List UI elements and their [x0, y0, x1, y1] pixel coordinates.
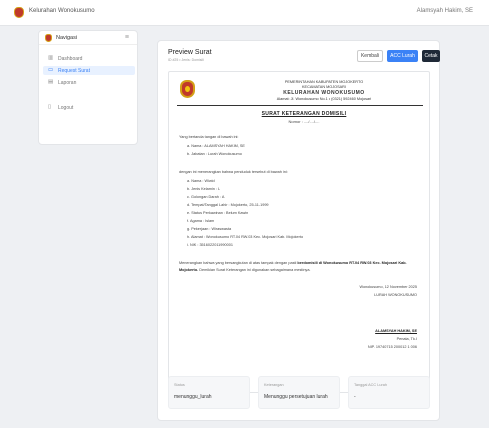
- list-item: h. Alamat : Wonokusumo RT.04 RW.03 Kec. …: [187, 235, 304, 239]
- list-item: g. Pekerjaan : Wiraswasta: [187, 227, 232, 231]
- signer-position: LURAH WONOKUSUMO: [374, 293, 417, 297]
- acc-date-label: Tanggal ACC Lurah: [354, 383, 387, 387]
- acc-date-box: Tanggal ACC Lurah -: [348, 376, 430, 409]
- logout-icon: ▯: [48, 104, 52, 110]
- status-row: Status menunggu_lurah Keterangan Menungg…: [168, 376, 430, 409]
- sidebar: Navigasi ≡ ▥ Dashboard ▭ Request Surat ▤…: [38, 30, 138, 145]
- list-item: c. Golongan Darah : A: [187, 195, 225, 199]
- letter-statement: dengan ini menerangkan bahwa penduduk te…: [179, 170, 288, 174]
- list-item: b. Jenis Kelamin : L: [187, 187, 221, 191]
- signer-nip: NIP. 19740715 200012 1 006: [367, 345, 417, 349]
- list-item: d. Tempat/Tanggal Lahir : Mojokerto, 25-…: [187, 203, 269, 207]
- note-value: Menunggu persetujuan lurah: [264, 394, 328, 400]
- preview-card: Preview Surat ID #25 • Jenis: Domisili K…: [157, 40, 440, 421]
- user-menu[interactable]: Alamsyah Hakim, SE: [417, 8, 473, 14]
- status-box: Status menunggu_lurah: [168, 376, 250, 409]
- list-item: a. Nama : ALAMSYAH HAKIM, SE: [187, 144, 245, 148]
- page-subtitle: ID #25 • Jenis: Domisili: [168, 58, 204, 62]
- app-title: Kelurahan Wonokusumo: [29, 8, 95, 14]
- menu-toggle-icon[interactable]: ≡: [125, 34, 129, 41]
- note-box: Keterangan Menunggu persetujuan lurah: [258, 376, 340, 409]
- sidebar-item-request-surat[interactable]: ▭ Request Surat: [43, 66, 135, 75]
- sidebar-item-dashboard[interactable]: ▥ Dashboard: [43, 54, 135, 63]
- letter-preview: PEMERINTAHAN KABUPATEN MOJOKERTO KECAMAT…: [168, 71, 430, 393]
- status-value: menunggu_lurah: [174, 394, 212, 400]
- sidebar-item-laporan[interactable]: ▤ Laporan: [43, 78, 135, 87]
- report-icon: ▤: [48, 79, 54, 85]
- letter-title: SURAT KETERANGAN DOMISILI: [261, 111, 347, 117]
- letterhead-divider: [177, 105, 423, 106]
- list-item: b. Jabatan : Lurah Wonokusumo: [187, 152, 242, 156]
- signer-rank: Penata, Tk.I: [396, 337, 417, 341]
- print-button[interactable]: Cetak: [422, 50, 440, 62]
- sidebar-title: Navigasi: [56, 35, 78, 41]
- kelurahan-logo-icon: [14, 7, 24, 18]
- page-title: Preview Surat: [168, 49, 212, 56]
- closing-text: Demikian Surat Keterangan ini digunakan …: [198, 268, 311, 272]
- document-icon: ▭: [48, 67, 54, 73]
- sidebar-item-label: Laporan: [58, 80, 77, 86]
- top-bar: Kelurahan Wonokusumo Alamsyah Hakim, SE: [0, 0, 489, 26]
- sidebar-header: Navigasi ≡: [39, 31, 137, 45]
- letter-closing: Menerangkan bahwa yang bersangkutan di a…: [179, 260, 423, 274]
- letterhead-address: Alamat: Jl. Wonokusumo No.1 • (0321) 592…: [276, 97, 372, 101]
- kelurahan-logo-icon: [45, 34, 52, 42]
- letterhead-line: PEMERINTAHAN KABUPATEN MOJOKERTO: [284, 80, 364, 84]
- place-date: Wonokusumo, 12 November 2025: [359, 285, 417, 289]
- acc-lurah-button[interactable]: ACC Lurah: [387, 50, 418, 62]
- sidebar-item-label: Logout: [58, 105, 74, 111]
- regency-seal-icon: [180, 80, 195, 98]
- note-label: Keterangan: [264, 383, 284, 387]
- acc-date-value: -: [354, 394, 356, 400]
- letterhead-line: KECAMATAN MOJOSARI: [302, 85, 346, 89]
- letter-intro: Yang bertanda tangan di bawah ini:: [179, 135, 239, 139]
- dashboard-icon: ▥: [48, 55, 54, 61]
- sidebar-item-label: Dashboard: [58, 56, 83, 62]
- sidebar-item-label: Request Surat: [58, 68, 90, 74]
- list-item: i. NIK : 3516022011990001: [187, 243, 233, 247]
- list-item: f. Agama : Islam: [187, 219, 215, 223]
- list-item: e. Status Perkawinan : Belum Kawin: [187, 211, 249, 215]
- signer-name: ALAMSYAH HAKIM, SE: [375, 329, 417, 333]
- closing-text: Menerangkan bahwa yang bersangkutan di a…: [179, 261, 298, 265]
- status-label: Status: [174, 383, 185, 387]
- letter-number: Nomor : ..../..../....: [288, 119, 320, 124]
- back-button[interactable]: Kembali: [357, 50, 383, 62]
- letterhead-village: KELURAHAN WONOKUSUMO: [283, 90, 365, 96]
- sidebar-item-logout[interactable]: ▯ Logout: [43, 103, 135, 112]
- list-item: a. Nama : Wiwid: [187, 179, 215, 183]
